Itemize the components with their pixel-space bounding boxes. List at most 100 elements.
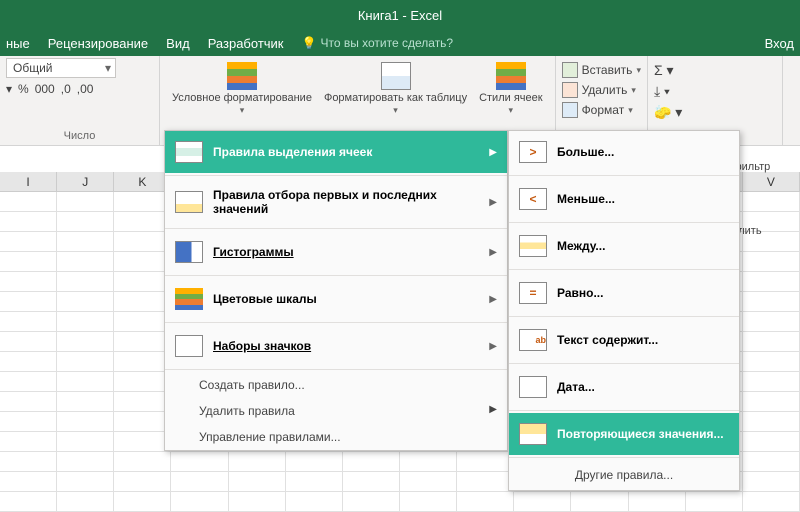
cell[interactable] (114, 352, 171, 371)
tab-developer[interactable]: Разработчик (208, 36, 284, 51)
cell[interactable] (743, 392, 800, 411)
rule-greater-than[interactable]: > Больше... (509, 131, 739, 173)
cell[interactable] (0, 312, 57, 331)
cell[interactable] (57, 312, 114, 331)
cell[interactable] (0, 212, 57, 231)
cell[interactable] (0, 252, 57, 271)
cell[interactable] (743, 272, 800, 291)
cell[interactable] (57, 412, 114, 431)
cell[interactable] (743, 432, 800, 451)
conditional-formatting-button[interactable]: Условное форматирование ▾ (166, 58, 318, 116)
comma-button[interactable]: 000 (35, 82, 55, 96)
cell[interactable] (57, 272, 114, 291)
cell[interactable] (457, 472, 514, 491)
cell[interactable] (343, 452, 400, 471)
cell[interactable] (0, 332, 57, 351)
cell[interactable] (743, 292, 800, 311)
rule-less-than[interactable]: < Меньше... (509, 178, 739, 220)
cell[interactable] (0, 492, 57, 511)
cell[interactable] (343, 492, 400, 511)
cell[interactable] (57, 292, 114, 311)
cell[interactable] (114, 312, 171, 331)
cell[interactable] (286, 472, 343, 491)
format-cells-button[interactable]: Формат▾ (562, 102, 641, 118)
cell[interactable] (0, 192, 57, 211)
cell[interactable] (743, 352, 800, 371)
tab-review[interactable]: Рецензирование (48, 36, 148, 51)
tab-view[interactable]: Вид (166, 36, 190, 51)
cell[interactable] (57, 472, 114, 491)
cell[interactable] (114, 392, 171, 411)
cell[interactable] (114, 192, 171, 211)
cell[interactable] (743, 192, 800, 211)
menu-color-scales[interactable]: Цветовые шкалы ▶ (165, 278, 507, 320)
cell[interactable] (743, 252, 800, 271)
cell[interactable] (743, 472, 800, 491)
cell[interactable] (57, 252, 114, 271)
cell[interactable] (400, 492, 457, 511)
fill-button[interactable]: ⤓ ▾ (654, 83, 776, 100)
rule-date-occurring[interactable]: Дата... (509, 366, 739, 408)
cell[interactable] (114, 492, 171, 511)
cell[interactable] (743, 212, 800, 231)
cell[interactable] (57, 432, 114, 451)
cell[interactable] (57, 332, 114, 351)
cell[interactable] (114, 332, 171, 351)
delete-cells-button[interactable]: Удалить▾ (562, 82, 641, 98)
percent-button[interactable]: % (18, 82, 29, 96)
rule-duplicate-values[interactable]: Повторяющиеся значения... (509, 413, 739, 455)
decrease-decimal-button[interactable]: ,00 (77, 82, 94, 96)
cell[interactable] (114, 292, 171, 311)
rule-between[interactable]: Между... (509, 225, 739, 267)
cell[interactable] (57, 232, 114, 251)
cell[interactable] (514, 492, 571, 511)
cell[interactable] (743, 412, 800, 431)
cell[interactable] (57, 192, 114, 211)
cell[interactable] (0, 432, 57, 451)
cell[interactable] (171, 492, 228, 511)
insert-cells-button[interactable]: Вставить▾ (562, 62, 641, 78)
cell[interactable] (0, 272, 57, 291)
rule-text-contains[interactable]: ab Текст содержит... (509, 319, 739, 361)
cell[interactable] (57, 392, 114, 411)
rule-equal-to[interactable]: = Равно... (509, 272, 739, 314)
cell[interactable] (0, 392, 57, 411)
cell[interactable] (0, 372, 57, 391)
autosum-button[interactable]: Σ ▾ (654, 62, 776, 79)
cell[interactable] (743, 452, 800, 471)
cell[interactable] (114, 432, 171, 451)
cell[interactable] (114, 372, 171, 391)
cell[interactable] (743, 232, 800, 251)
cell-styles-button[interactable]: Стили ячеек ▾ (473, 58, 548, 116)
cell[interactable] (229, 472, 286, 491)
menu-top-bottom-rules[interactable]: Правила отбора первых и последних значен… (165, 178, 507, 226)
cell[interactable] (57, 212, 114, 231)
cell[interactable] (743, 312, 800, 331)
column-header[interactable]: J (57, 172, 114, 191)
cell[interactable] (57, 372, 114, 391)
cell[interactable] (114, 252, 171, 271)
cell[interactable] (57, 452, 114, 471)
cell[interactable] (286, 452, 343, 471)
cell[interactable] (171, 452, 228, 471)
cell[interactable] (743, 492, 800, 511)
cell[interactable] (0, 292, 57, 311)
cell[interactable] (171, 472, 228, 491)
format-as-table-button[interactable]: Форматировать как таблицу ▾ (318, 58, 473, 116)
cell[interactable] (0, 472, 57, 491)
cell[interactable] (114, 412, 171, 431)
sign-in[interactable]: Вход (765, 36, 794, 51)
cell[interactable] (114, 232, 171, 251)
cell[interactable] (229, 452, 286, 471)
cell[interactable] (571, 492, 628, 511)
clear-button[interactable]: 🧽 ▾ (654, 104, 776, 121)
cell[interactable] (743, 372, 800, 391)
tell-me[interactable]: 💡 Что вы хотите сделать? (302, 36, 454, 50)
cell[interactable] (0, 232, 57, 251)
currency-button[interactable]: ▾ (6, 82, 12, 96)
increase-decimal-button[interactable]: ,0 (61, 82, 71, 96)
menu-icon-sets[interactable]: Наборы значков ▶ (165, 325, 507, 367)
menu-data-bars[interactable]: Гистограммы ▶ (165, 231, 507, 273)
cell[interactable] (400, 472, 457, 491)
cell[interactable] (57, 492, 114, 511)
